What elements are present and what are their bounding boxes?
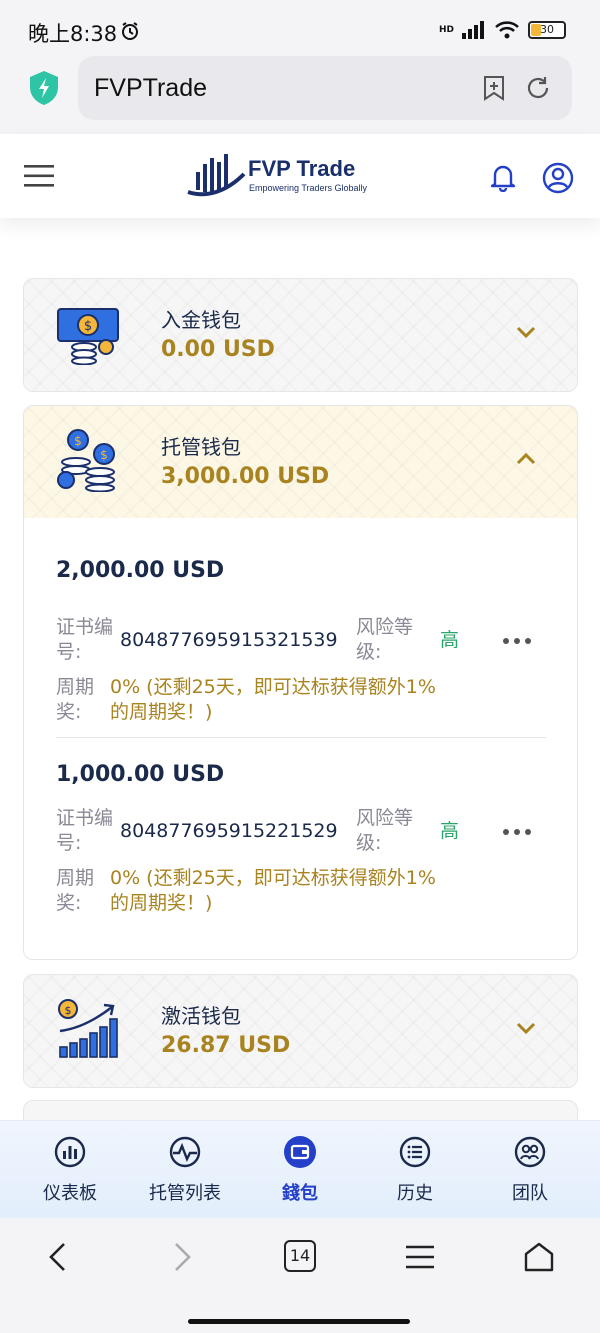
battery-level: 30	[540, 23, 554, 36]
network-type: HD	[438, 25, 454, 35]
reload-icon[interactable]	[524, 74, 552, 102]
divider	[56, 737, 546, 738]
cert-number-value: 804877695915221529	[120, 820, 338, 842]
home-icon[interactable]	[522, 1240, 556, 1274]
cert-number-value: 804877695915321539	[120, 629, 338, 651]
browser-toolbar: 14	[0, 1218, 600, 1333]
more-options-icon[interactable]	[502, 828, 532, 836]
custody-entry: 2,000.00 USD 证书编号: 804877695915321539 风险…	[56, 558, 545, 758]
period-bonus-label: 周期奖:	[56, 676, 95, 723]
nav-wallet[interactable]: 錢包	[245, 1131, 355, 1211]
url-field[interactable]: FVPTrade	[78, 56, 572, 120]
wallet-icon	[284, 1136, 316, 1168]
more-options-icon[interactable]	[502, 637, 532, 645]
cash-icon: $	[57, 308, 119, 365]
deposit-wallet-header[interactable]: $ 入金钱包 0.00 USD	[24, 279, 577, 391]
wallet-name: 入金钱包	[161, 308, 241, 332]
brand-tagline: Empowering Traders Globally	[249, 183, 368, 193]
nav-label: 历史	[397, 1183, 433, 1204]
nav-dashboard[interactable]: 仪表板	[15, 1131, 125, 1211]
cert-number-label: 证书编号:	[56, 807, 114, 854]
period-bonus-value: 0% (还剩25天，即可达标获得额外1%的周期奖！)	[110, 676, 436, 723]
nav-team[interactable]: 团队	[475, 1131, 585, 1211]
add-bookmark-icon[interactable]	[480, 74, 508, 102]
browser-address-bar: FVPTrade	[0, 56, 600, 134]
cert-number-label: 证书编号:	[56, 616, 114, 663]
user-profile-icon[interactable]	[542, 162, 574, 194]
period-bonus-label: 周期奖:	[56, 867, 95, 914]
menu-icon[interactable]	[403, 1240, 437, 1274]
list-icon	[399, 1136, 431, 1168]
activation-wallet-header[interactable]: $ 激活钱包 26.87 USD	[24, 975, 577, 1087]
deposit-wallet-card: $ 入金钱包 0.00 USD	[23, 278, 578, 392]
logo-mark-icon	[187, 154, 246, 197]
period-bonus-value: 0% (还剩25天，即可达标获得额外1%的周期奖！)	[110, 867, 436, 914]
wallet-balance: 26.87 USD	[161, 1033, 291, 1058]
risk-level-value: 高	[440, 820, 460, 842]
custody-entry: 1,000.00 USD 证书编号: 804877695915221529 风险…	[56, 762, 546, 959]
tabs-button[interactable]: 14	[284, 1240, 316, 1272]
home-indicator[interactable]	[188, 1319, 410, 1324]
dashboard-icon	[54, 1136, 86, 1168]
brand-logo[interactable]: FVP Trade Empowering Traders Globally	[186, 148, 367, 202]
bell-icon[interactable]	[488, 162, 518, 192]
signal-icon	[462, 21, 484, 39]
wallet-name: 激活钱包	[161, 1004, 241, 1028]
url-text: FVPTrade	[94, 74, 208, 102]
app-bottom-nav: 仪表板 托管列表 錢包 历史 团队	[0, 1120, 600, 1218]
nav-history[interactable]: 历史	[360, 1131, 470, 1211]
shield-icon[interactable]	[27, 70, 61, 106]
wallet-balance: 0.00 USD	[161, 337, 275, 362]
alarm-icon	[122, 22, 138, 40]
nav-label: 团队	[512, 1183, 548, 1204]
pulse-icon	[169, 1136, 201, 1168]
battery-icon: 30	[528, 21, 566, 39]
brand-name: FVP Trade	[248, 156, 356, 181]
risk-level-value: 高	[440, 629, 460, 651]
status-time: 晚上8:38	[28, 22, 118, 46]
entry-amount: 1,000.00 USD	[56, 762, 225, 787]
chevron-down-icon[interactable]	[516, 1021, 536, 1035]
site-header: FVP Trade Empowering Traders Globally	[0, 134, 600, 218]
nav-custody-list[interactable]: 托管列表	[130, 1131, 240, 1211]
risk-level-label: 风险等级:	[356, 616, 414, 663]
chevron-down-icon[interactable]	[516, 325, 536, 339]
team-icon	[514, 1136, 546, 1168]
nav-label: 錢包	[282, 1183, 318, 1204]
risk-level-label: 风险等级:	[356, 807, 414, 854]
custody-wallet-header[interactable]: $ $ 托管钱包 3,000.00 USD	[24, 406, 577, 518]
svg-text:$: $	[100, 448, 108, 462]
back-icon[interactable]	[42, 1240, 76, 1274]
svg-text:$: $	[65, 1004, 72, 1017]
wifi-icon	[495, 21, 519, 39]
wallet-balance: 3,000.00 USD	[161, 464, 330, 489]
growth-chart-icon: $	[58, 999, 118, 1058]
nav-label: 托管列表	[149, 1183, 221, 1204]
coins-icon: $ $	[57, 429, 115, 492]
nav-label: 仪表板	[43, 1183, 97, 1204]
entry-amount: 2,000.00 USD	[56, 558, 225, 583]
chevron-up-icon[interactable]	[516, 452, 536, 466]
svg-text:$: $	[74, 434, 82, 448]
wallet-name: 托管钱包	[161, 435, 241, 459]
status-bar: 晚上8:38 HD 30	[0, 0, 600, 56]
custody-wallet-card: $ $ 托管钱包 3,000.00 USD 2,000.00 USD 证书编号:…	[23, 405, 578, 960]
hamburger-menu-icon[interactable]	[24, 164, 54, 188]
forward-icon[interactable]	[164, 1240, 198, 1274]
svg-text:$: $	[84, 319, 92, 334]
activation-wallet-card: $ 激活钱包 26.87 USD	[23, 974, 578, 1088]
